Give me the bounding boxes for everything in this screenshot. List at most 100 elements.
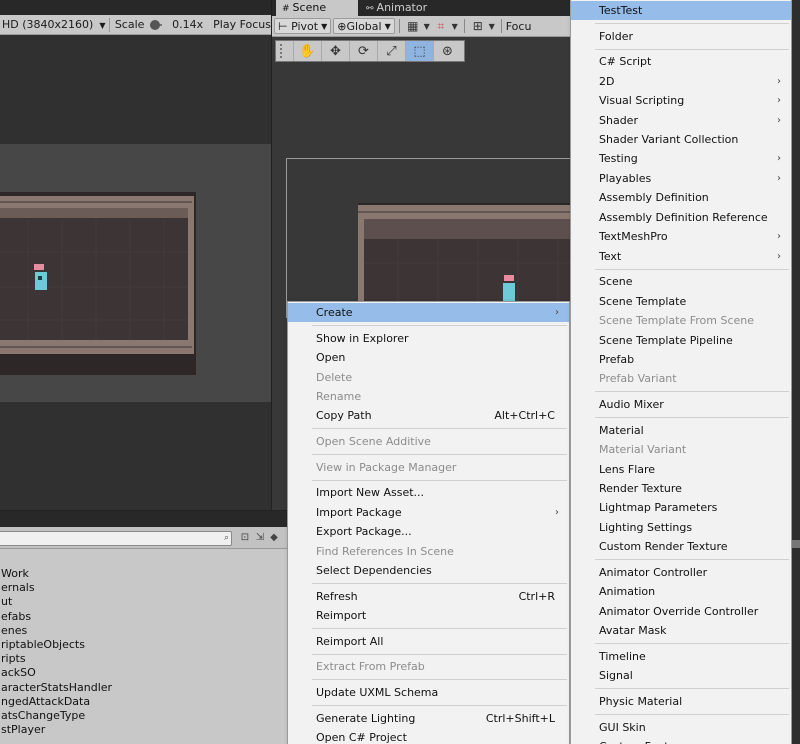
project-folder-item[interactable]: ernals [0, 581, 287, 595]
create-item-animator-override-controller[interactable]: Animator Override Controller [571, 602, 791, 621]
dungeon-room-image [0, 192, 196, 375]
search-input[interactable]: ⌕ [0, 531, 232, 546]
menu-item-label: Export Package... [316, 525, 412, 539]
create-item-material[interactable]: Material [571, 421, 791, 440]
hand-tool-icon[interactable]: ✋ [293, 41, 321, 61]
menu-item-label: Text [599, 249, 622, 263]
create-item-folder[interactable]: Folder [571, 27, 791, 46]
create-item-assembly-definition-reference[interactable]: Assembly Definition Reference [571, 208, 791, 227]
play-focus-dropdown[interactable]: Play Focus [213, 18, 271, 31]
create-item-avatar-mask[interactable]: Avatar Mask [571, 621, 791, 640]
menu-item-reimport-all[interactable]: Reimport All [288, 632, 569, 651]
project-folder-item[interactable]: ripts [0, 652, 287, 666]
ruler-icon[interactable]: ⊞ [469, 19, 487, 33]
create-item-c-script[interactable]: C# Script [571, 52, 791, 71]
resolution-dropdown[interactable]: HD (3840x2160) ▼ [0, 18, 105, 31]
menu-item-show-in-explorer[interactable]: Show in Explorer [288, 329, 569, 348]
create-item-playables[interactable]: Playables › [571, 169, 791, 188]
menu-item-label: Scene Template Pipeline [599, 333, 733, 347]
transform-tool-icon[interactable]: ⊛ [433, 41, 461, 61]
menu-item-open-c-project[interactable]: Open C# Project [288, 728, 569, 744]
project-folder-item[interactable]: ackSO [0, 666, 287, 680]
create-item-scene-template-from-scene: Scene Template From Scene [571, 311, 791, 330]
create-item-render-texture[interactable]: Render Texture [571, 479, 791, 498]
menu-item-generate-lighting[interactable]: Generate Lighting Ctrl+Shift+L [288, 709, 569, 728]
chevron-down-icon[interactable]: ▼ [450, 22, 460, 31]
menu-item-copy-path[interactable]: Copy Path Alt+Ctrl+C [288, 406, 569, 425]
chevron-down-icon[interactable]: ▼ [422, 22, 432, 31]
menu-item-label: Scene [599, 275, 633, 289]
create-item-signal[interactable]: Signal [571, 666, 791, 685]
create-item-lightmap-parameters[interactable]: Lightmap Parameters [571, 498, 791, 517]
tab-scene[interactable]: # Scene [276, 0, 358, 16]
project-toolbar: ⌕ ⊡ ⇲ ◆ [0, 527, 287, 549]
create-item-shader-variant-collection[interactable]: Shader Variant Collection [571, 130, 791, 149]
create-item-scene-template-pipeline[interactable]: Scene Template Pipeline [571, 331, 791, 350]
global-dropdown[interactable]: ⊕ Global ▼ [333, 18, 395, 34]
project-folder-item[interactable]: stPlayer [0, 723, 287, 737]
create-item-timeline[interactable]: Timeline [571, 647, 791, 666]
menu-item-export-package[interactable]: Export Package... [288, 522, 569, 541]
create-item-physic-material[interactable]: Physic Material [571, 692, 791, 711]
menu-separator [595, 643, 789, 645]
create-item-animator-controller[interactable]: Animator Controller [571, 563, 791, 582]
menu-separator [312, 628, 567, 630]
increment-snap-icon[interactable]: ⌗ [432, 19, 450, 34]
project-folder-item[interactable]: enes [0, 624, 287, 638]
menu-item-open[interactable]: Open [288, 348, 569, 367]
tag-icon[interactable]: ◆ [266, 530, 282, 546]
menu-item-import-new-asset[interactable]: Import New Asset... [288, 483, 569, 502]
project-folder-item[interactable]: efabs [0, 610, 287, 624]
create-item-testing[interactable]: Testing › [571, 149, 791, 168]
scale-slider[interactable] [150, 19, 163, 30]
project-folder-item[interactable]: riptableObjects [0, 638, 287, 652]
create-item-scene-template[interactable]: Scene Template [571, 292, 791, 311]
project-folder-item[interactable]: Work [0, 567, 287, 581]
menu-item-create[interactable]: Create › [288, 303, 569, 323]
chevron-down-icon[interactable]: ▼ [487, 22, 497, 31]
project-folder-item[interactable]: atsChangeType [0, 709, 287, 723]
create-item-text[interactable]: Text › [571, 247, 791, 266]
tab-animator[interactable]: ⚯ Animator [360, 0, 440, 16]
create-item-custom-render-texture[interactable]: Custom Render Texture [571, 537, 791, 556]
create-item-textmeshpro[interactable]: TextMeshPro › [571, 227, 791, 246]
scrollbar-thumb[interactable] [792, 540, 800, 548]
create-item-lighting-settings[interactable]: Lighting Settings [571, 518, 791, 537]
globe-icon: ⊕ [337, 19, 347, 33]
focus-label[interactable]: Focu [506, 20, 532, 33]
create-item-testtest[interactable]: TestTest [571, 1, 791, 21]
project-folder-item[interactable]: ut [0, 595, 287, 609]
drag-handle[interactable] [280, 44, 290, 58]
move-tool-icon[interactable]: ✥ [321, 41, 349, 61]
menu-item-import-package[interactable]: Import Package › [288, 503, 569, 522]
pivot-dropdown[interactable]: ⊢ Pivot ▼ [274, 18, 332, 34]
create-item-shader[interactable]: Shader › [571, 111, 791, 130]
menu-item-refresh[interactable]: Refresh Ctrl+R [288, 587, 569, 606]
slider-knob[interactable] [150, 19, 161, 30]
chevron-down-icon: ▼ [99, 21, 106, 30]
grid-icon: # [282, 4, 290, 14]
rotate-tool-icon[interactable]: ⟳ [349, 41, 377, 61]
rect-tool-icon[interactable]: ⬚ [405, 41, 433, 61]
scale-tool-icon[interactable]: ⤢ [377, 41, 405, 61]
animator-icon: ⚯ [366, 4, 374, 14]
create-item-custom-font[interactable]: Custom Font [571, 737, 791, 744]
create-item-lens-flare[interactable]: Lens Flare [571, 460, 791, 479]
menu-item-label: Physic Material [599, 694, 683, 708]
create-item-animation[interactable]: Animation [571, 582, 791, 601]
create-item-audio-mixer[interactable]: Audio Mixer [571, 395, 791, 414]
create-item-assembly-definition[interactable]: Assembly Definition [571, 188, 791, 207]
menu-item-reimport[interactable]: Reimport [288, 606, 569, 625]
create-item-visual-scripting[interactable]: Visual Scripting › [571, 91, 791, 110]
scene-tab-bar: # Scene ⚯ Animator [272, 0, 572, 16]
create-item-2d[interactable]: 2D › [571, 72, 791, 91]
grid-snap-icon[interactable]: ▦ [404, 19, 422, 33]
menu-item-select-dependencies[interactable]: Select Dependencies [288, 561, 569, 580]
project-folder-item[interactable]: ngedAttackData [0, 695, 287, 709]
create-item-gui-skin[interactable]: GUI Skin [571, 718, 791, 737]
menu-item-update-uxml-schema[interactable]: Update UXML Schema [288, 683, 569, 702]
project-folder-item[interactable]: aracterStatsHandler [0, 681, 287, 695]
create-item-scene[interactable]: Scene [571, 272, 791, 291]
create-item-prefab[interactable]: Prefab [571, 350, 791, 369]
search-by-type-icon[interactable]: ⊡ [237, 530, 253, 546]
